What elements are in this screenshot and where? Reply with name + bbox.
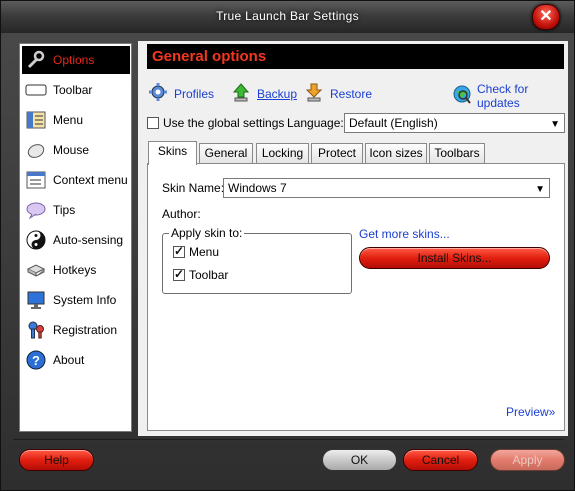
use-global-checkbox-box[interactable] xyxy=(147,117,159,129)
keyboard-icon xyxy=(25,259,47,281)
close-icon: ✕ xyxy=(539,8,553,25)
get-more-skins-link[interactable]: Get more skins... xyxy=(359,227,450,241)
backup-link[interactable]: Backup xyxy=(231,82,297,105)
svg-text:?: ? xyxy=(32,353,40,368)
skin-name-label: Skin Name: xyxy=(162,181,225,195)
close-button[interactable]: ✕ xyxy=(532,4,560,30)
monitor-icon xyxy=(25,289,47,311)
author-label: Author: xyxy=(162,207,201,221)
cancel-button[interactable]: Cancel xyxy=(403,449,478,471)
toolbar-icon xyxy=(25,79,47,101)
help-icon: ? xyxy=(25,349,47,371)
sidebar-item-tips[interactable]: Tips xyxy=(22,196,130,224)
preview-link[interactable]: Preview» xyxy=(506,405,555,419)
sidebar-item-context-menu[interactable]: Context menu xyxy=(22,166,130,194)
use-global-label: Use the global settings xyxy=(163,116,285,130)
sidebar-item-label: Tips xyxy=(53,203,76,217)
mouse-icon xyxy=(25,139,47,161)
sidebar-item-label: Registration xyxy=(53,323,118,337)
key-icon xyxy=(25,319,47,341)
install-skins-button[interactable]: Install Skins... xyxy=(359,247,550,269)
use-global-settings-checkbox[interactable]: Use the global settings xyxy=(147,116,284,130)
tab-skins[interactable]: Skins xyxy=(148,141,197,165)
apply-menu-label: Menu xyxy=(189,245,220,259)
upload-arrow-icon xyxy=(231,82,251,105)
tab-toolbars[interactable]: Toolbars xyxy=(429,143,485,163)
sidebar-item-registration[interactable]: Registration xyxy=(22,316,130,344)
sidebar-item-auto-sensing[interactable]: Auto-sensing xyxy=(22,226,130,254)
sidebar-item-label: Hotkeys xyxy=(53,263,97,277)
sidebar-item-hotkeys[interactable]: Hotkeys xyxy=(22,256,130,284)
restore-label[interactable]: Restore xyxy=(330,87,372,101)
sidebar-item-label: Mouse xyxy=(53,143,90,157)
apply-skin-legend: Apply skin to: xyxy=(169,226,245,240)
wrench-icon xyxy=(25,49,47,71)
context-menu-icon xyxy=(25,169,47,191)
apply-toolbar-box[interactable] xyxy=(173,267,185,281)
gear-icon xyxy=(148,82,168,105)
apply-toolbar-label: Toolbar xyxy=(189,268,229,282)
skin-name-select[interactable]: Windows 7 ▼ xyxy=(223,178,550,198)
profiles-label[interactable]: Profiles xyxy=(174,87,214,101)
tips-icon xyxy=(25,199,47,221)
sidebar-item-system-info[interactable]: System Info xyxy=(22,286,130,314)
title-bar[interactable]: True Launch Bar Settings ✕ xyxy=(1,1,574,33)
sidebar-item-toolbar[interactable]: Toolbar xyxy=(22,76,130,104)
sidebar: Options Toolbar Menu Mouse Context menu xyxy=(19,43,132,432)
chevron-down-icon: ▼ xyxy=(550,119,560,130)
sidebar-item-label: About xyxy=(53,353,85,367)
sidebar-item-label: Auto-sensing xyxy=(53,233,124,247)
sidebar-item-mouse[interactable]: Mouse xyxy=(22,136,130,164)
sidebar-item-label: System Info xyxy=(53,293,117,307)
menu-icon xyxy=(25,109,47,131)
check-updates-link[interactable]: Check for updates xyxy=(452,82,574,110)
tab-locking[interactable]: Locking xyxy=(256,143,309,163)
globe-search-icon xyxy=(452,85,472,108)
apply-toolbar-checkbox[interactable]: Toolbar xyxy=(173,267,229,282)
tab-protect[interactable]: Protect xyxy=(311,143,363,163)
tab-general[interactable]: General xyxy=(199,143,253,163)
sidebar-item-menu[interactable]: Menu xyxy=(22,106,130,134)
restore-link[interactable]: Restore xyxy=(304,82,372,105)
sidebar-item-about[interactable]: ? About xyxy=(22,346,130,374)
ok-button[interactable]: OK xyxy=(322,449,397,471)
sidebar-item-options[interactable]: Options xyxy=(22,46,130,74)
tab-icon-sizes[interactable]: Icon sizes xyxy=(365,143,427,163)
apply-menu-checkbox[interactable]: Menu xyxy=(173,244,220,259)
divider xyxy=(13,439,564,440)
sidebar-item-label: Context menu xyxy=(53,173,128,187)
download-arrow-icon xyxy=(304,82,324,105)
backup-label[interactable]: Backup xyxy=(257,87,297,101)
apply-skin-groupbox xyxy=(162,233,352,294)
apply-button[interactable]: Apply xyxy=(490,449,565,471)
sidebar-item-label: Toolbar xyxy=(53,83,93,97)
tab-panel-skins xyxy=(147,163,565,431)
sidebar-item-label: Options xyxy=(53,53,95,67)
language-label: Language: xyxy=(287,116,344,130)
language-value: Default (English) xyxy=(349,116,438,130)
profiles-link[interactable]: Profiles xyxy=(148,82,214,105)
language-select[interactable]: Default (English) ▼ xyxy=(344,113,565,133)
help-button[interactable]: Help xyxy=(19,449,94,471)
yin-yang-icon xyxy=(25,229,47,251)
settings-window: True Launch Bar Settings ✕ Options Toolb… xyxy=(0,0,575,491)
chevron-down-icon: ▼ xyxy=(535,184,545,195)
skin-name-value: Windows 7 xyxy=(228,181,287,195)
window-title: True Launch Bar Settings xyxy=(216,9,359,23)
sidebar-item-label: Menu xyxy=(53,113,84,127)
page-title: General options xyxy=(152,48,267,65)
check-updates-label[interactable]: Check for updates xyxy=(477,82,574,110)
apply-menu-box[interactable] xyxy=(173,244,185,258)
